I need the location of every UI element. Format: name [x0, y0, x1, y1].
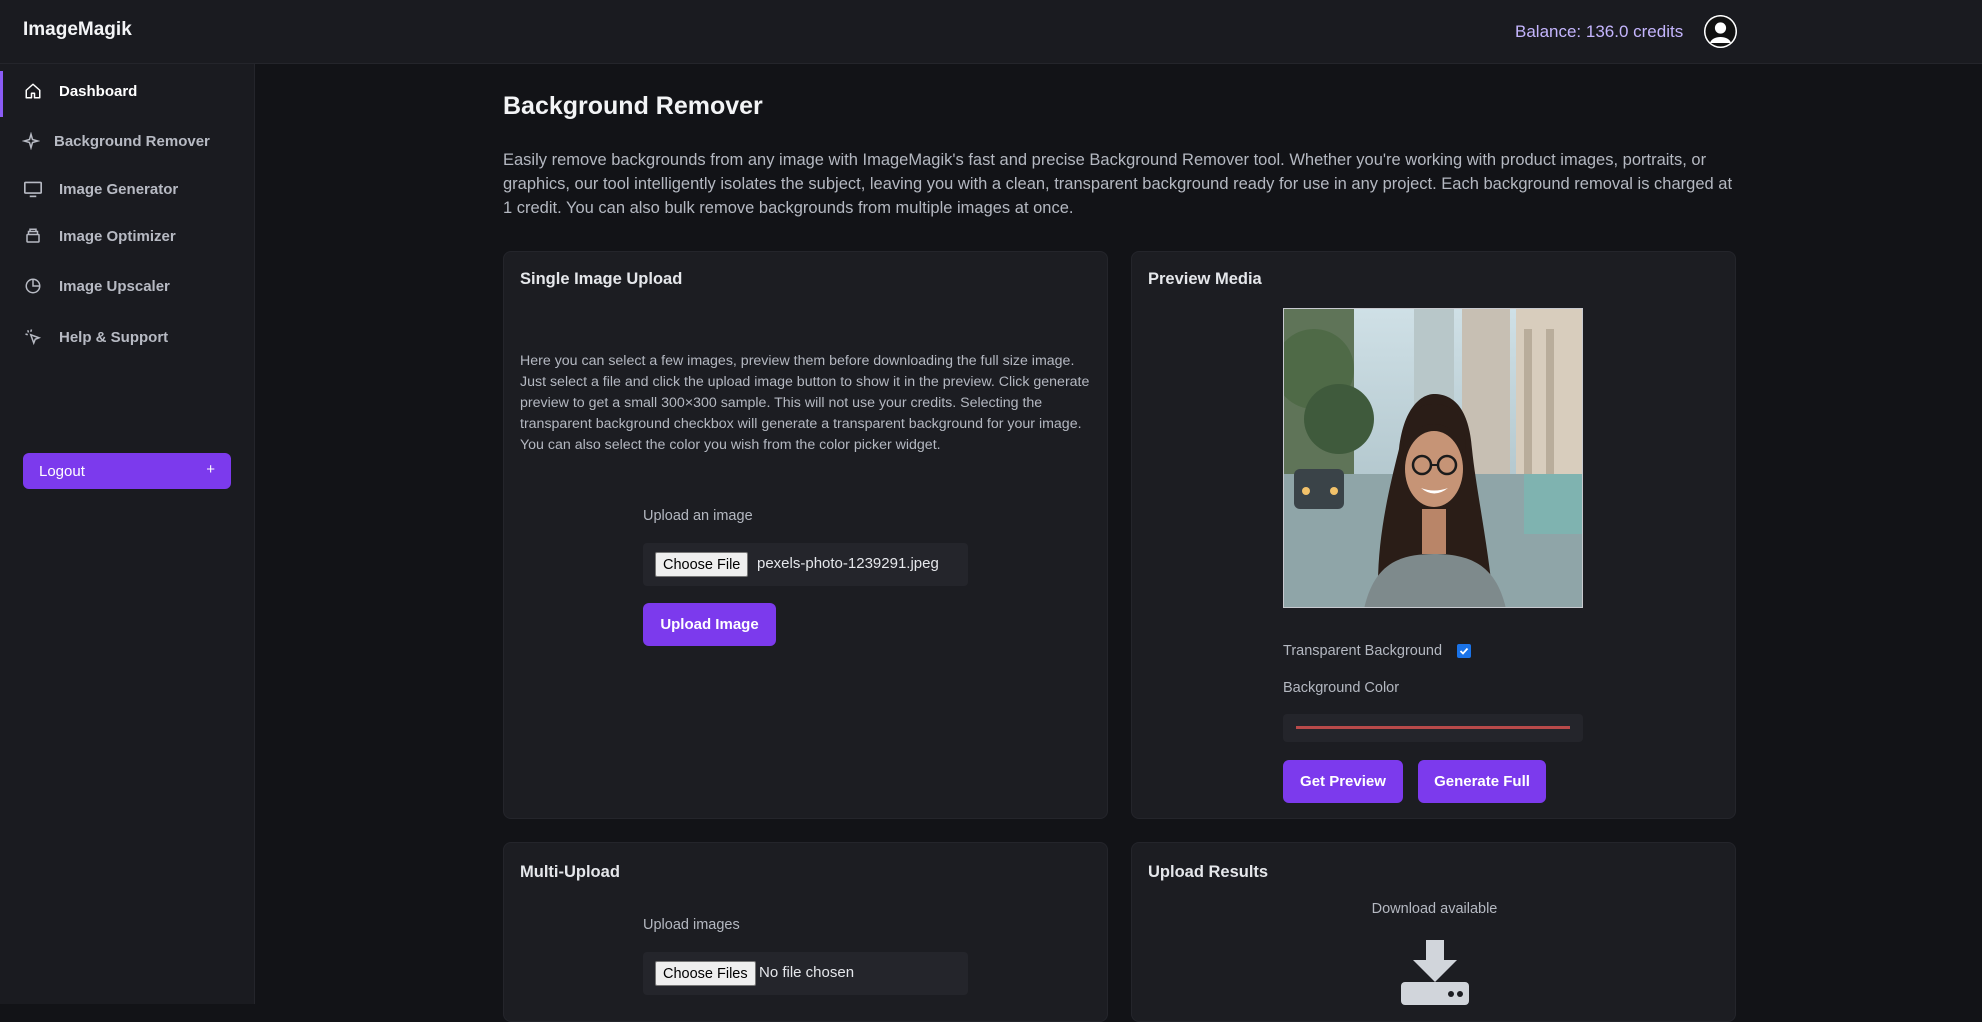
file-input[interactable]: Choose File pexels-photo-1239291.jpeg: [643, 543, 968, 586]
upload-images-label: Upload images: [643, 917, 740, 933]
preview-image: [1283, 308, 1583, 608]
card-title: Upload Results: [1148, 863, 1269, 881]
cursor-click-icon: [22, 326, 44, 348]
credit-balance: Balance: 136.0 credits: [1515, 22, 1684, 41]
avatar[interactable]: [1704, 15, 1737, 48]
page-title: Background Remover: [503, 92, 763, 120]
preview-media-card: Preview Media Transparent Background Bac…: [1131, 251, 1736, 819]
transparent-background-label: Transparent Background: [1283, 643, 1443, 659]
monitor-icon: [22, 178, 44, 200]
sidebar-item-background-remover[interactable]: Background Remover: [0, 119, 255, 163]
page-intro: Easily remove backgrounds from any image…: [503, 151, 1733, 217]
check-icon: [1459, 647, 1469, 655]
sparkle-icon: [20, 130, 42, 152]
card-title: Preview Media: [1148, 270, 1262, 288]
sidebar-item-label: Help & Support: [59, 328, 169, 346]
top-bar: ImageMagik Balance: 136.0 credits: [0, 0, 1982, 64]
background-color-label: Background Color: [1283, 680, 1400, 696]
sidebar-item-image-upscaler[interactable]: Image Upscaler: [0, 264, 255, 308]
multi-upload-card: Multi-Upload Upload images Choose Files …: [503, 842, 1108, 1022]
sidebar-item-label: Image Generator: [59, 180, 179, 198]
pie-chart-icon: [22, 275, 44, 297]
logout-button[interactable]: Logout +: [23, 453, 231, 489]
card-title: Multi-Upload: [520, 863, 620, 881]
sidebar-item-image-generator[interactable]: Image Generator: [0, 167, 255, 211]
sidebar-item-label: Background Remover: [54, 132, 210, 150]
upload-image-button[interactable]: Upload Image: [643, 603, 776, 646]
background-color-picker[interactable]: [1283, 714, 1583, 742]
download-tray-icon[interactable]: [1399, 940, 1471, 1005]
card-title: Single Image Upload: [520, 270, 683, 288]
get-preview-button[interactable]: Get Preview: [1283, 760, 1403, 803]
home-icon: [22, 80, 44, 102]
sidebar-item-dashboard[interactable]: Dashboard: [0, 69, 255, 117]
plus-icon: +: [206, 461, 215, 478]
download-status: Download available: [1371, 901, 1498, 917]
generate-full-button[interactable]: Generate Full: [1418, 760, 1546, 803]
sidebar-item-help-support[interactable]: Help & Support: [0, 315, 255, 359]
logout-label: Logout: [39, 462, 85, 480]
single-upload-description: Here you can select a few images, previe…: [520, 353, 1090, 453]
brand-logo[interactable]: ImageMagik: [23, 19, 132, 41]
selected-file-name: pexels-photo-1239291.jpeg: [757, 555, 939, 572]
sidebar-item-image-optimizer[interactable]: Image Optimizer: [0, 214, 255, 258]
layers-icon: [22, 225, 44, 247]
sidebar-item-label: Dashboard: [59, 82, 138, 100]
choose-files-button[interactable]: Choose Files: [655, 961, 756, 986]
color-swatch: [1296, 726, 1570, 729]
multi-file-input[interactable]: Choose Files No file chosen: [643, 952, 968, 995]
sidebar-item-label: Image Upscaler: [59, 277, 170, 295]
user-icon: [1704, 15, 1737, 48]
upload-results-card: Upload Results Download available: [1131, 842, 1736, 1022]
single-upload-card: Single Image Upload Here you can select …: [503, 251, 1108, 819]
transparent-background-checkbox[interactable]: [1457, 644, 1471, 658]
choose-file-button[interactable]: Choose File: [655, 552, 749, 577]
selected-files-name: No file chosen: [759, 964, 855, 981]
sidebar: Dashboard Background Remover Image Gener…: [0, 64, 255, 1004]
sidebar-item-label: Image Optimizer: [59, 227, 176, 245]
upload-image-label: Upload an image: [643, 508, 753, 524]
